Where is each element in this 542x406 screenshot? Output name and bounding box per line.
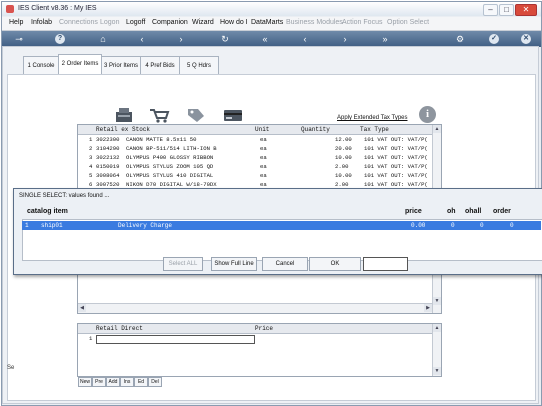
menu-datamarts[interactable]: DataMarts [251, 19, 283, 26]
key-icon[interactable]: ⊸ [10, 34, 28, 44]
insert-button[interactable]: Ins [120, 377, 134, 387]
menu-bar: Help Infolab Connections Logon Logoff Co… [2, 17, 541, 31]
apply-extended-tax-link[interactable]: Apply Extended Tax Types [337, 115, 408, 121]
help-icon[interactable]: ? [55, 34, 65, 44]
column-order[interactable]: order [493, 208, 511, 215]
check-icon[interactable]: ✓ [489, 34, 499, 44]
next-icon[interactable]: › [340, 34, 350, 44]
menu-help[interactable]: Help [9, 19, 23, 26]
retail-direct-header: Retail Direct Price [78, 324, 432, 334]
add-button[interactable]: Add [106, 377, 120, 387]
tab-pref-bids[interactable]: 4 Pref Bids [140, 56, 180, 76]
select-all-button[interactable]: Select ALL [163, 257, 203, 271]
column-stock[interactable]: Retail ex Stock [96, 126, 150, 133]
menu-how-do-i[interactable]: How do I [220, 19, 248, 26]
menu-wizard[interactable]: Wizard [192, 19, 214, 26]
menu-connections[interactable]: Connections [59, 19, 98, 26]
retail-direct-input[interactable] [96, 335, 255, 344]
column-unit[interactable]: Unit [255, 126, 269, 133]
previous-icon[interactable]: ‹ [300, 34, 310, 44]
show-full-line-button[interactable]: Show Full Line [211, 257, 257, 271]
shopping-cart-icon[interactable] [148, 107, 170, 123]
scroll-down-arrow-icon[interactable]: ▼ [433, 367, 441, 375]
scroll-right-arrow-icon[interactable]: ▶ [424, 304, 432, 312]
price-input[interactable] [255, 335, 315, 343]
order-items-grid-header: Retail ex Stock Unit Quantity Tax Type [78, 125, 432, 135]
title-bar: IES Client v8.36 : My IES – □ ✕ [2, 2, 541, 16]
navigation-bar: ⊸ ? ⌂ ‹ › ↻ « ‹ › » ⚙ ✓ ✕ [2, 31, 541, 47]
column-catalog-item[interactable]: catalog item [27, 208, 68, 215]
back-icon[interactable]: ‹ [137, 34, 147, 44]
table-row[interactable]: 3 3022132 OLYMPUS P400 GLOSSY RIBBON ea … [78, 154, 432, 162]
forward-icon[interactable]: › [176, 34, 186, 44]
scroll-up-arrow-icon[interactable]: ▲ [433, 324, 441, 332]
list-item[interactable]: 1 ship01 Delivery Charge 0.00 0 0 0 [22, 221, 541, 230]
table-row[interactable]: 2 3104290 CANON BP-511/514 LITH-ION B ea… [78, 145, 432, 153]
ok-button[interactable]: OK [309, 257, 361, 271]
first-icon[interactable]: « [260, 34, 270, 44]
items-horizontal-scrollbar[interactable]: ◀ ▶ [78, 303, 432, 313]
column-tax-type[interactable]: Tax Type [360, 126, 389, 133]
previous-button[interactable]: Pre [92, 377, 106, 387]
table-row[interactable]: 4 0150019 OLYMPUS STYLUS ZOOM 105 QD ea … [78, 163, 432, 171]
menu-option-select[interactable]: Option Select [387, 19, 429, 26]
dialog-search-input[interactable] [363, 257, 408, 271]
tab-console[interactable]: 1 Console [23, 56, 59, 76]
column-ohall[interactable]: ohall [465, 208, 481, 215]
delete-button[interactable]: Del [148, 377, 162, 387]
maximize-button[interactable]: □ [499, 4, 514, 16]
table-row[interactable]: 1 3022300 CANON MATTE 8.5x11 50 ea 12.00… [78, 136, 432, 144]
info-icon[interactable]: i [419, 106, 436, 123]
close-button[interactable]: ✕ [515, 4, 537, 16]
scroll-down-arrow-icon[interactable]: ▼ [433, 297, 441, 305]
column-price[interactable]: price [405, 208, 422, 215]
menu-action-focus[interactable]: Action Focus [342, 19, 382, 26]
tab-q-hdrs[interactable]: 5 Q Hdrs [179, 56, 219, 76]
menu-infolab[interactable]: Infolab [31, 19, 52, 26]
cancel-icon[interactable]: ✕ [521, 34, 531, 44]
column-retail-direct[interactable]: Retail Direct [96, 325, 143, 332]
column-quantity[interactable]: Quantity [301, 126, 330, 133]
menu-companion[interactable]: Companion [152, 19, 188, 26]
dialog-title: SINGLE SELECT: values found ... [19, 193, 110, 199]
refresh-icon[interactable]: ↻ [220, 34, 230, 44]
tab-prior-items[interactable]: 3 Prior Items [101, 56, 141, 76]
scroll-left-arrow-icon[interactable]: ◀ [78, 304, 86, 312]
side-label: Se [7, 365, 15, 371]
column-price[interactable]: Price [255, 325, 273, 332]
edit-button[interactable]: Ed [134, 377, 148, 387]
home-icon[interactable]: ⌂ [98, 34, 108, 44]
cash-register-icon[interactable] [113, 107, 135, 123]
menu-logoff[interactable]: Logoff [126, 19, 145, 26]
menu-business-modules[interactable]: Business Modules [286, 19, 343, 26]
menu-logon[interactable]: Logon [100, 19, 119, 26]
retail-direct-grid: Retail Direct Price 1 ▲ ▼ [77, 323, 442, 377]
minimize-button[interactable]: – [483, 4, 498, 16]
scroll-up-arrow-icon[interactable]: ▲ [433, 125, 441, 133]
last-icon[interactable]: » [380, 34, 390, 44]
app-icon [6, 5, 14, 13]
column-oh[interactable]: oh [447, 208, 456, 215]
cancel-button[interactable]: Cancel [262, 257, 308, 271]
window-title: IES Client v8.36 : My IES [18, 5, 97, 12]
settings-icon[interactable]: ⚙ [455, 34, 465, 44]
direct-vertical-scrollbar[interactable]: ▲ ▼ [432, 324, 441, 376]
credit-card-icon[interactable] [222, 107, 244, 123]
price-tag-icon[interactable] [184, 107, 206, 123]
table-row[interactable]: 5 3008064 OLYMPUS STYLUS 410 DIGITAL ea … [78, 172, 432, 180]
new-button[interactable]: New [78, 377, 92, 387]
